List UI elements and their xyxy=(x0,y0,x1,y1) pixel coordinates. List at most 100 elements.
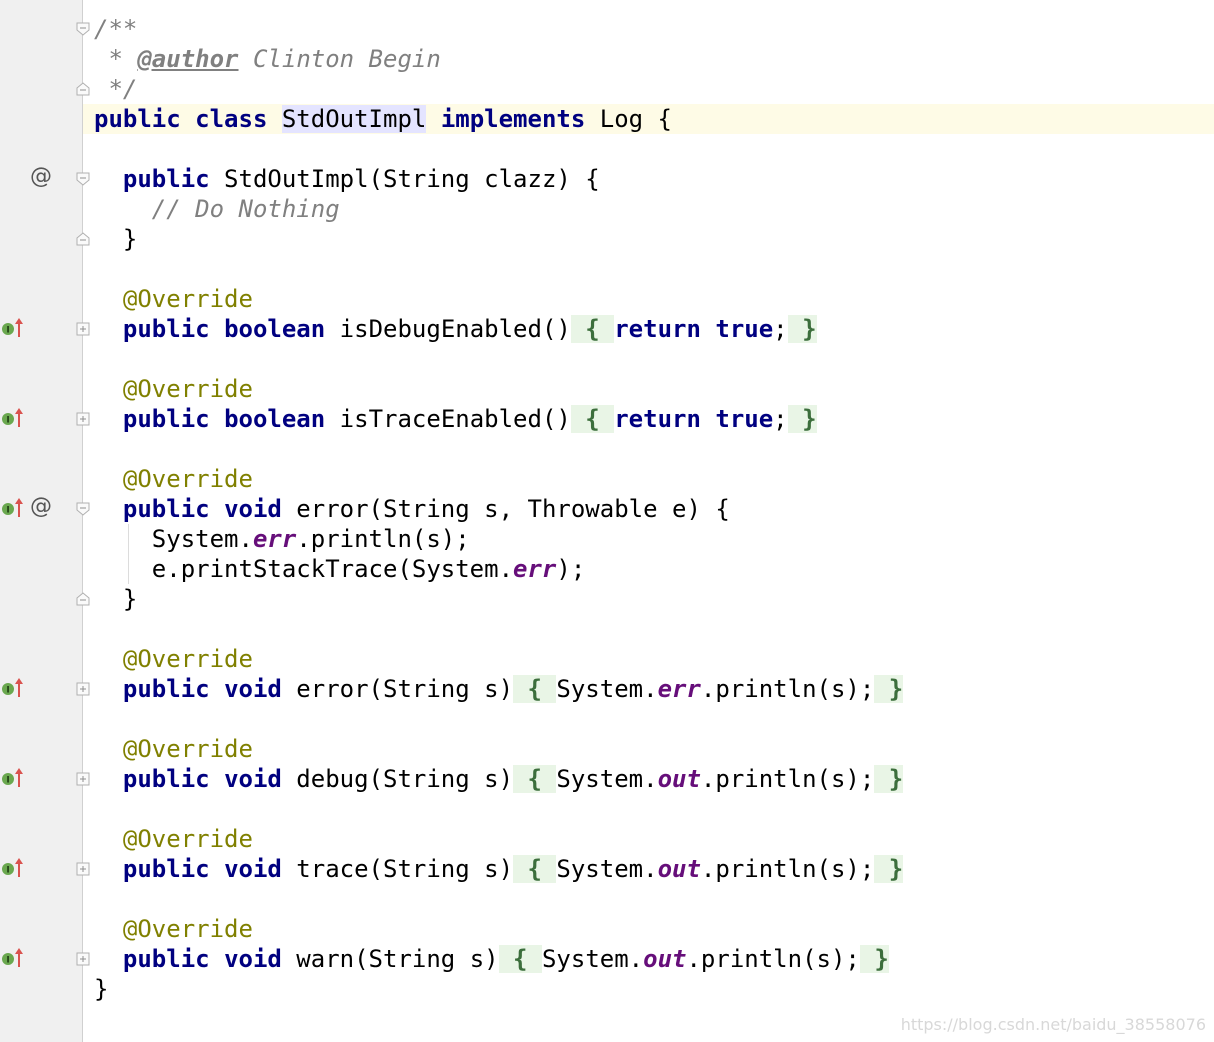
folded-region-token[interactable]: } xyxy=(787,405,817,433)
code-line[interactable] xyxy=(0,434,1214,464)
code-token: .println(s); xyxy=(700,855,875,883)
code-line[interactable]: public class StdOutImpl implements Log { xyxy=(0,104,1214,134)
code-line[interactable]: } xyxy=(0,224,1214,254)
code-line[interactable]: * @author Clinton Begin xyxy=(0,44,1214,74)
folded-region-token[interactable]: { xyxy=(570,315,615,343)
code-line[interactable]: public boolean isDebugEnabled() { return… xyxy=(0,314,1214,344)
code-line-text: public void error(String s) { System.err… xyxy=(94,674,904,704)
keyword-token: public xyxy=(122,165,210,193)
code-line[interactable]: @Override xyxy=(0,824,1214,854)
code-line[interactable]: @Override xyxy=(0,464,1214,494)
code-line[interactable]: public StdOutImpl(String clazz) { xyxy=(0,164,1214,194)
code-line[interactable]: public void warn(String s) { System.out.… xyxy=(0,944,1214,974)
code-token: System. xyxy=(556,855,658,883)
code-line[interactable] xyxy=(0,344,1214,374)
fold-collapsed-icon[interactable] xyxy=(76,772,90,786)
code-line-text: public void warn(String s) { System.out.… xyxy=(94,944,889,974)
class-name-token: StdOutImpl xyxy=(281,105,427,133)
implements-method-icon[interactable]: I xyxy=(1,407,25,429)
folded-region-token[interactable]: } xyxy=(859,945,889,973)
code-line[interactable]: System.err.println(s); xyxy=(0,524,1214,554)
fold-end-icon[interactable] xyxy=(76,82,90,96)
static-field-token: err xyxy=(657,675,701,703)
code-token: System. xyxy=(541,945,644,973)
code-line[interactable]: e.printStackTrace(System.err); xyxy=(0,554,1214,584)
folded-region-token[interactable]: } xyxy=(874,675,904,703)
implements-method-icon[interactable]: I xyxy=(1,497,25,519)
fold-collapsed-icon[interactable] xyxy=(76,322,90,336)
code-line[interactable]: public void error(String s, Throwable e)… xyxy=(0,494,1214,524)
code-line[interactable]: public void trace(String s) { System.out… xyxy=(0,854,1214,884)
folded-region-token[interactable]: { xyxy=(513,675,557,703)
keyword-token: void xyxy=(224,495,282,523)
folded-region-token[interactable]: { xyxy=(570,405,615,433)
code-line[interactable]: @Override xyxy=(0,374,1214,404)
fold-collapsed-icon[interactable] xyxy=(76,952,90,966)
code-line-text: public void debug(String s) { System.out… xyxy=(94,764,904,794)
implements-method-icon[interactable]: I xyxy=(1,767,25,789)
keyword-token: public xyxy=(122,675,210,703)
code-line-text: @Override xyxy=(94,734,253,764)
code-line[interactable] xyxy=(0,134,1214,164)
code-token: .println(s); xyxy=(700,765,875,793)
fold-end-icon[interactable] xyxy=(76,232,90,246)
code-line[interactable]: public void debug(String s) { System.out… xyxy=(0,764,1214,794)
folded-region-token[interactable]: } xyxy=(874,765,904,793)
code-line[interactable] xyxy=(0,704,1214,734)
code-line[interactable] xyxy=(0,794,1214,824)
code-line-text: @Override xyxy=(94,284,253,314)
folded-region-token[interactable]: { xyxy=(513,855,557,883)
code-line-text: public class StdOutImpl implements Log { xyxy=(94,104,672,134)
folded-region-token[interactable]: } xyxy=(787,315,817,343)
code-line-text: /** xyxy=(94,14,137,44)
code-line[interactable] xyxy=(0,614,1214,644)
related-annotation-icon[interactable]: @ xyxy=(30,162,52,192)
code-line[interactable]: public void error(String s) { System.err… xyxy=(0,674,1214,704)
code-line[interactable]: @Override xyxy=(0,644,1214,674)
svg-text:I: I xyxy=(6,956,9,966)
fold-open-icon[interactable] xyxy=(76,172,90,186)
fold-collapsed-icon[interactable] xyxy=(76,412,90,426)
code-line[interactable]: @Override xyxy=(0,914,1214,944)
implements-method-icon[interactable]: I xyxy=(1,857,25,879)
keyword-token: implements xyxy=(440,105,586,133)
code-token: System. xyxy=(556,765,658,793)
code-line[interactable]: } xyxy=(0,974,1214,1004)
keyword-token: public xyxy=(122,495,210,523)
code-line[interactable]: public boolean isTraceEnabled() { return… xyxy=(0,404,1214,434)
fold-open-icon[interactable] xyxy=(76,502,90,516)
folded-region-token[interactable]: { xyxy=(513,765,557,793)
code-line[interactable]: } xyxy=(0,584,1214,614)
code-line[interactable]: @Override xyxy=(0,284,1214,314)
fold-collapsed-icon[interactable] xyxy=(76,682,90,696)
folded-region-token[interactable]: { xyxy=(498,945,542,973)
code-editor[interactable]: /** * @author Clinton Begin */public cla… xyxy=(0,0,1214,1042)
keyword-token: class xyxy=(195,105,268,133)
fold-open-icon[interactable] xyxy=(76,22,90,36)
implements-method-icon[interactable]: I xyxy=(1,317,25,339)
code-token: ); xyxy=(556,555,586,583)
code-line[interactable]: /** xyxy=(0,14,1214,44)
comment-token: * xyxy=(94,45,138,73)
folded-region-token[interactable]: } xyxy=(874,855,904,883)
code-line[interactable]: @Override xyxy=(0,734,1214,764)
implements-method-icon[interactable]: I xyxy=(1,677,25,699)
keyword-token: public xyxy=(122,315,210,343)
fold-end-icon[interactable] xyxy=(76,592,90,606)
fold-collapsed-icon[interactable] xyxy=(76,862,90,876)
code-line[interactable]: // Do Nothing xyxy=(0,194,1214,224)
implements-method-icon[interactable]: I xyxy=(1,947,25,969)
code-token: error(String s) xyxy=(281,675,514,703)
code-line[interactable] xyxy=(0,254,1214,284)
annotation-token: @Override xyxy=(122,825,253,853)
code-line[interactable]: */ xyxy=(0,74,1214,104)
code-line[interactable] xyxy=(0,884,1214,914)
code-token: } xyxy=(94,975,109,1003)
related-annotation-icon[interactable]: @ xyxy=(30,492,52,522)
